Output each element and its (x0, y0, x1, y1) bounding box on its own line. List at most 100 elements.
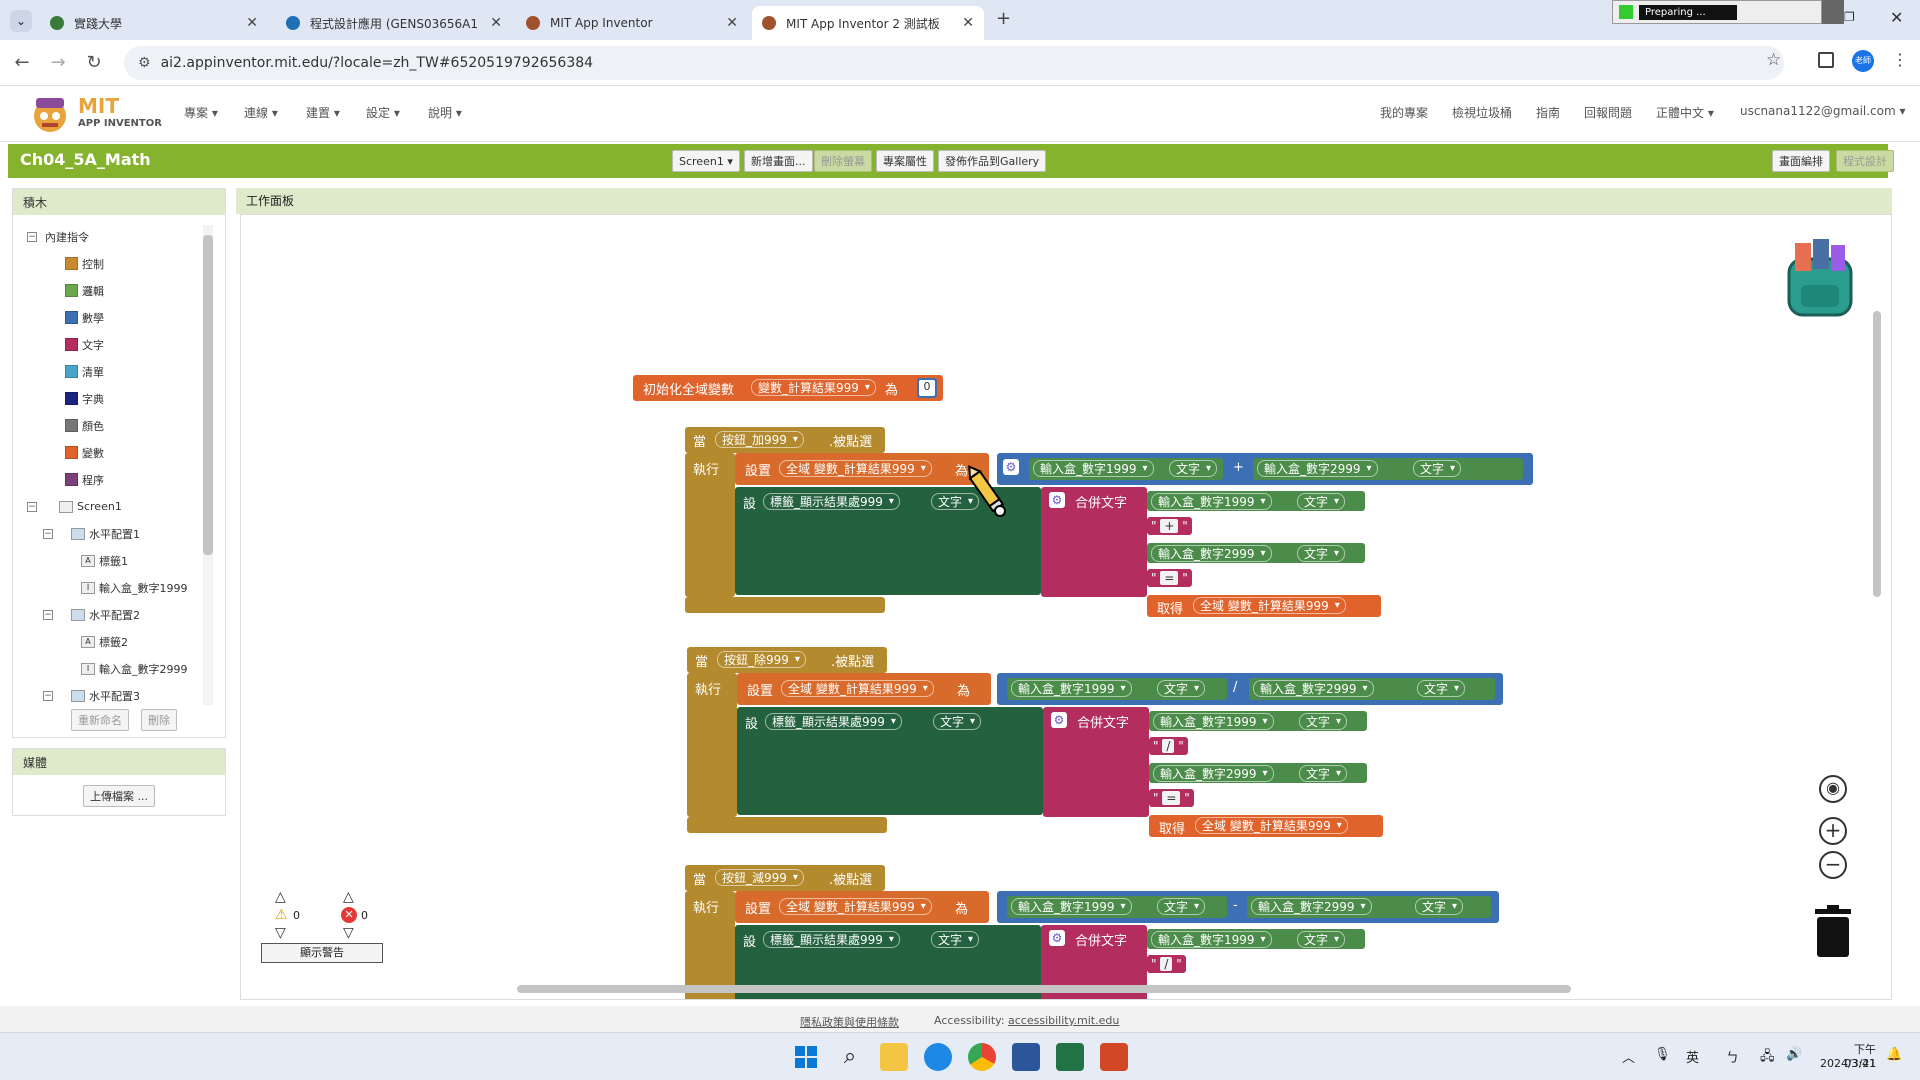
palette-item-lists[interactable]: 清單 (13, 358, 213, 385)
tree-textbox2[interactable]: I 輸入盒_數字2999 (13, 655, 213, 682)
mutator-gear-icon[interactable]: ⚙ (1049, 492, 1065, 508)
app-inventor-logo-icon[interactable] (28, 92, 74, 134)
palette-item-math[interactable]: 數學 (13, 304, 213, 331)
property-dropdown[interactable]: 文字 (1299, 765, 1348, 782)
textbox-getter-block[interactable]: 輸入盒_數字1999 文字 (1147, 491, 1365, 511)
reload-icon[interactable]: ↻ (82, 52, 106, 73)
property-dropdown[interactable]: 文字 (931, 931, 980, 948)
text-literal-value[interactable]: + (1160, 519, 1179, 533)
minimize-icon[interactable] (1822, 0, 1844, 24)
property-dropdown[interactable]: 文字 (1413, 460, 1462, 477)
property-dropdown[interactable]: 文字 (1169, 460, 1218, 477)
component-dropdown[interactable]: 輸入盒_數字2999 (1251, 898, 1372, 915)
tab-course[interactable]: 程式設計應用 (GENS03656A1 ✕ (276, 6, 512, 40)
palette-item-colors[interactable]: 顏色 (13, 412, 213, 439)
word-icon[interactable] (1012, 1043, 1040, 1071)
window-close-icon[interactable]: ✕ (1890, 8, 1903, 27)
back-arrow-icon[interactable]: ← (10, 52, 34, 73)
property-dropdown[interactable]: 文字 (1415, 898, 1464, 915)
component-dropdown[interactable]: 按鈕_加999 (715, 431, 804, 448)
forward-arrow-icon[interactable]: → (46, 52, 70, 73)
excel-icon[interactable] (1056, 1043, 1084, 1071)
add-screen-button[interactable]: 新增畫面... (744, 150, 813, 172)
microphone-icon[interactable]: 🎙 (1654, 1047, 1671, 1062)
chrome-icon[interactable] (968, 1043, 996, 1071)
math-op-block[interactable]: 輸入盒_數字1999 文字 / 輸入盒_數字2999 文字 (997, 673, 1503, 705)
warning-next-icon[interactable]: ▽ (275, 925, 286, 941)
palette-item-dictionaries[interactable]: 字典 (13, 385, 213, 412)
text-literal-value[interactable]: = (1160, 571, 1179, 585)
new-tab-icon[interactable]: + (996, 8, 1011, 29)
volume-icon[interactable]: 🔊 (1786, 1047, 1802, 1062)
component-dropdown[interactable]: 輸入盒_數字1999 (1151, 493, 1272, 510)
var-name-dropdown[interactable]: 全域 變數_計算結果999 (781, 680, 934, 697)
property-dropdown[interactable]: 文字 (1299, 713, 1348, 730)
property-dropdown[interactable]: 文字 (1297, 493, 1346, 510)
error-prev-icon[interactable]: △ (343, 889, 354, 905)
component-dropdown[interactable]: 輸入盒_數字2999 (1257, 460, 1378, 477)
component-dropdown[interactable]: 標籤_顯示結果處999 (765, 713, 902, 730)
collapse-icon[interactable]: − (43, 609, 53, 620)
mutator-gear-icon[interactable]: ⚙ (1049, 930, 1065, 946)
tab-search-icon[interactable]: ⌄ (10, 10, 32, 32)
delete-button[interactable]: 刪除 (141, 709, 177, 731)
tab-app-inventor-2[interactable]: MIT App Inventor 2 測試板 ✕ (752, 6, 984, 40)
clock-date[interactable]: 2024/3/21 (1820, 1057, 1876, 1070)
ime-indicator[interactable]: 英 (1686, 1047, 1699, 1066)
warning-prev-icon[interactable]: △ (275, 889, 286, 905)
blocks-button[interactable]: 程式設計 (1836, 150, 1894, 172)
component-dropdown[interactable]: 輸入盒_數字1999 (1033, 460, 1154, 477)
center-target-icon[interactable]: ◉ (1819, 775, 1847, 803)
menu-connect[interactable]: 連線 ▾ (244, 104, 278, 121)
tree-hlayout1[interactable]: − 水平配置1 (13, 520, 213, 547)
textbox-getter-block[interactable]: 輸入盒_數字2999 文字 (1249, 678, 1495, 700)
file-explorer-icon[interactable] (880, 1043, 908, 1071)
screen-select[interactable]: Screen1 ▾ (672, 150, 740, 172)
zoom-out-icon[interactable]: − (1819, 851, 1847, 879)
palette-item-procedures[interactable]: 程序 (13, 466, 213, 493)
component-dropdown[interactable]: 輸入盒_數字2999 (1153, 765, 1274, 782)
upload-file-button[interactable]: 上傳檔案 ... (83, 785, 155, 807)
accessibility-link[interactable]: accessibility.mit.edu (1008, 1014, 1119, 1027)
number-block[interactable]: 0 (917, 378, 937, 398)
tray-chevron-icon[interactable]: ︿ (1622, 1047, 1635, 1066)
text-literal-value[interactable]: / (1162, 739, 1175, 753)
tab-app-inventor[interactable]: MIT App Inventor ✕ (516, 6, 748, 40)
event-block-add[interactable]: 當 按鈕_加999 .被點選 (685, 427, 885, 453)
palette-item-text[interactable]: 文字 (13, 331, 213, 358)
close-icon[interactable]: ✕ (726, 15, 738, 31)
component-dropdown[interactable]: 標籤_顯示結果處999 (763, 931, 900, 948)
publish-gallery-button[interactable]: 發佈作品到Gallery (938, 150, 1047, 172)
project-properties-button[interactable]: 專案屬性 (876, 150, 934, 172)
math-op-block[interactable]: ⚙ 輸入盒_數字1999文字 + 輸入盒_數字2999文字 (997, 453, 1533, 485)
horizontal-scrollbar[interactable] (517, 985, 1571, 993)
text-literal-block[interactable]: " / " (1147, 955, 1186, 973)
error-next-icon[interactable]: ▽ (343, 925, 354, 941)
privacy-link[interactable]: 隱私政策與使用條款 (800, 1014, 899, 1030)
component-dropdown[interactable]: 輸入盒_數字1999 (1153, 713, 1274, 730)
textbox-getter-block[interactable]: 輸入盒_數字2999 文字 (1253, 458, 1523, 480)
event-block-divide[interactable]: 當 按鈕_除999 .被點選 (687, 647, 887, 673)
trash-icon[interactable] (1811, 905, 1855, 959)
property-dropdown[interactable]: 文字 (933, 713, 982, 730)
menu-trash[interactable]: 檢視垃圾桶 (1452, 104, 1512, 121)
close-icon[interactable]: ✕ (490, 15, 502, 31)
textbox-getter-block[interactable]: 輸入盒_數字2999 文字 (1149, 763, 1367, 783)
textbox-getter-block[interactable]: 輸入盒_數字1999 文字 (1147, 929, 1365, 949)
var-name-dropdown[interactable]: 全域 變數_計算結果999 (1195, 817, 1348, 834)
textbox-getter-block[interactable]: 輸入盒_數字1999 文字 (1007, 678, 1227, 700)
menu-project[interactable]: 專案 ▾ (184, 104, 218, 121)
mutator-gear-icon[interactable]: ⚙ (1051, 712, 1067, 728)
property-dropdown[interactable]: 文字 (1157, 898, 1206, 915)
star-icon[interactable]: ☆ (1766, 50, 1781, 70)
collapse-icon[interactable]: − (43, 528, 53, 539)
designer-button[interactable]: 畫面編排 (1772, 150, 1830, 172)
init-global-block[interactable]: 初始化全域變數 變數_計算結果999 為 0 (633, 375, 943, 401)
tab-school[interactable]: 實踐大學 ✕ (40, 6, 268, 40)
set-label-block[interactable]: 設 標籤_顯示結果處999 文字 (737, 707, 1043, 815)
tree-label1[interactable]: A 標籤1 (13, 547, 213, 574)
tree-hlayout2[interactable]: − 水平配置2 (13, 601, 213, 628)
builtin-label[interactable]: 內建指令 (45, 229, 89, 245)
tree-hlayout3[interactable]: − 水平配置3 (13, 682, 213, 709)
collapse-icon[interactable]: − (43, 690, 53, 701)
